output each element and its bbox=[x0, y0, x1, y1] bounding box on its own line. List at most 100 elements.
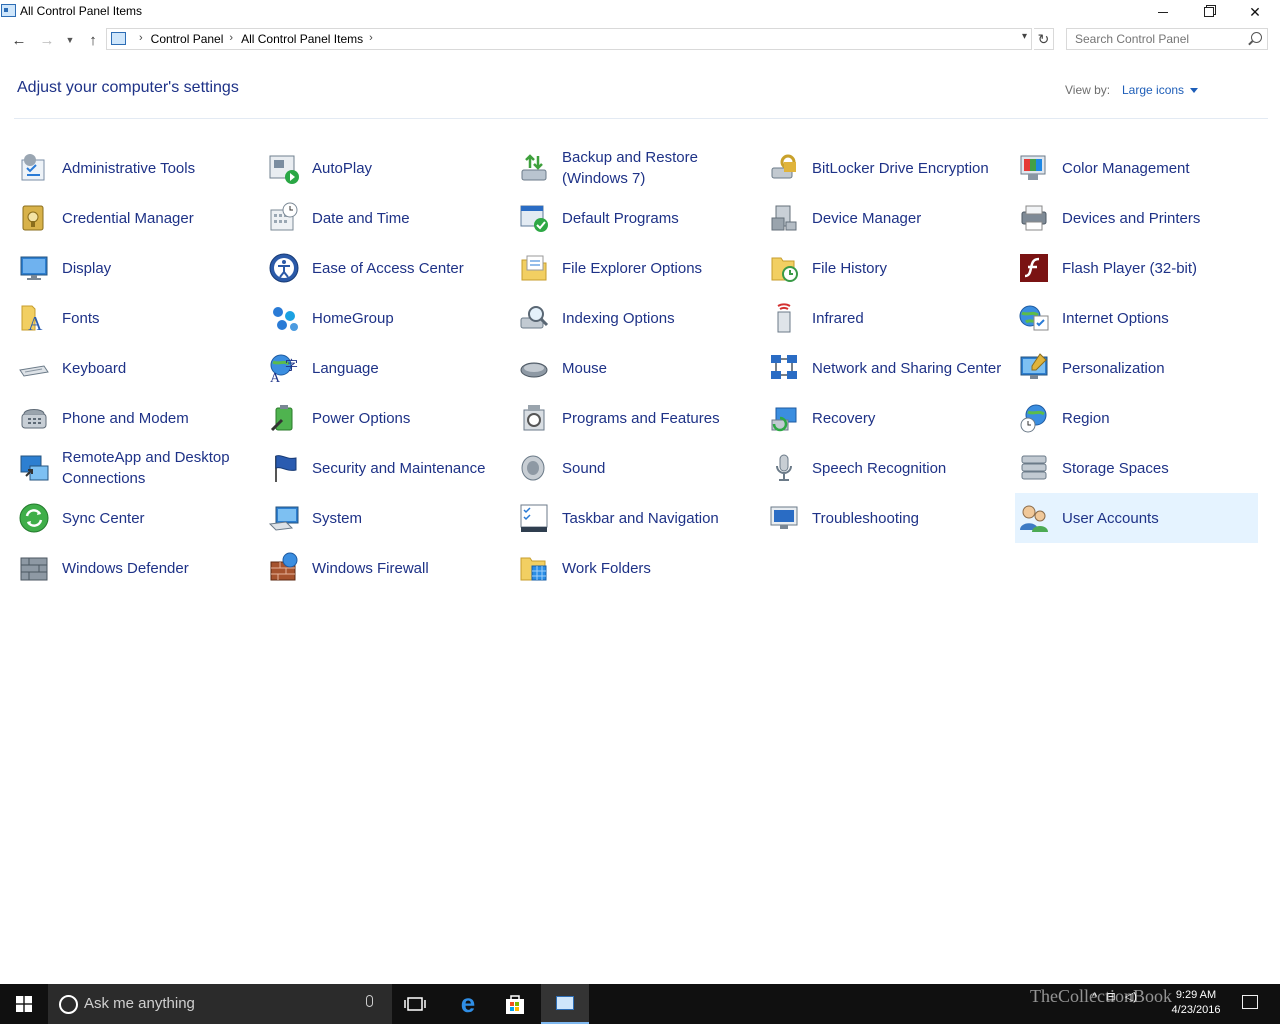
control-panel-item[interactable]: Backup and Restore (Windows 7) bbox=[515, 143, 758, 193]
control-panel-item-label[interactable]: Sync Center bbox=[62, 493, 252, 543]
view-by-dropdown[interactable]: Large icons bbox=[1122, 83, 1199, 97]
control-panel-item-label[interactable]: Mouse bbox=[562, 343, 752, 393]
control-panel-item-label[interactable]: Backup and Restore (Windows 7) bbox=[562, 143, 752, 193]
control-panel-item-label[interactable]: Internet Options bbox=[1062, 293, 1252, 343]
control-panel-item[interactable]: Windows Firewall bbox=[265, 543, 508, 593]
back-button[interactable]: ← bbox=[8, 29, 30, 51]
control-panel-item[interactable]: Sync Center bbox=[15, 493, 258, 543]
control-panel-item[interactable]: Default Programs bbox=[515, 193, 758, 243]
control-panel-item[interactable]: File Explorer Options bbox=[515, 243, 758, 293]
control-panel-item[interactable]: Credential Manager bbox=[15, 193, 258, 243]
control-panel-item[interactable]: Date and Time bbox=[265, 193, 508, 243]
control-panel-item-label[interactable]: Default Programs bbox=[562, 193, 752, 243]
control-panel-item-label[interactable]: Network and Sharing Center bbox=[812, 343, 1002, 393]
control-panel-item[interactable]: Region bbox=[1015, 393, 1258, 443]
cortana-search-box[interactable]: Ask me anything bbox=[48, 984, 392, 1024]
control-panel-item-label[interactable]: Personalization bbox=[1062, 343, 1252, 393]
control-panel-item-label[interactable]: RemoteApp and Desktop Connections bbox=[62, 443, 252, 493]
control-panel-item-label[interactable]: Date and Time bbox=[312, 193, 502, 243]
control-panel-item-label[interactable]: Infrared bbox=[812, 293, 1002, 343]
control-panel-item[interactable]: Sound bbox=[515, 443, 758, 493]
control-panel-item-label[interactable]: Indexing Options bbox=[562, 293, 752, 343]
control-panel-item[interactable]: Administrative Tools bbox=[15, 143, 258, 193]
control-panel-item-label[interactable]: Color Management bbox=[1062, 143, 1252, 193]
control-panel-item[interactable]: Programs and Features bbox=[515, 393, 758, 443]
store-button[interactable] bbox=[504, 993, 526, 1015]
control-panel-item[interactable]: HomeGroup bbox=[265, 293, 508, 343]
minimize-button[interactable] bbox=[1140, 0, 1186, 24]
control-panel-item[interactable]: Work Folders bbox=[515, 543, 758, 593]
control-panel-item[interactable]: Windows Defender bbox=[15, 543, 258, 593]
control-panel-item-label[interactable]: Devices and Printers bbox=[1062, 193, 1252, 243]
control-panel-item[interactable]: Color Management bbox=[1015, 143, 1258, 193]
control-panel-item[interactable]: Keyboard bbox=[15, 343, 258, 393]
control-panel-item-label[interactable]: File Explorer Options bbox=[562, 243, 752, 293]
control-panel-item-label[interactable]: Troubleshooting bbox=[812, 493, 1002, 543]
control-panel-item[interactable]: Mouse bbox=[515, 343, 758, 393]
search-box[interactable] bbox=[1066, 28, 1268, 50]
control-panel-item[interactable]: Troubleshooting bbox=[765, 493, 1008, 543]
control-panel-item[interactable]: Devices and Printers bbox=[1015, 193, 1258, 243]
control-panel-item[interactable]: Indexing Options bbox=[515, 293, 758, 343]
control-panel-item-label[interactable]: Ease of Access Center bbox=[312, 243, 502, 293]
control-panel-item-label[interactable]: Storage Spaces bbox=[1062, 443, 1252, 493]
control-panel-item[interactable]: Internet Options bbox=[1015, 293, 1258, 343]
breadcrumb-control-panel[interactable]: Control Panel bbox=[151, 32, 224, 46]
forward-button[interactable]: → bbox=[36, 29, 58, 51]
control-panel-item[interactable]: Phone and Modem bbox=[15, 393, 258, 443]
control-panel-item-label[interactable]: Phone and Modem bbox=[62, 393, 252, 443]
control-panel-item-label[interactable]: HomeGroup bbox=[312, 293, 502, 343]
edge-browser-button[interactable]: e bbox=[456, 990, 480, 1016]
control-panel-item-label[interactable]: Sound bbox=[562, 443, 752, 493]
restore-button[interactable] bbox=[1186, 0, 1232, 24]
close-button[interactable]: ✕ bbox=[1232, 0, 1278, 24]
control-panel-item[interactable]: Infrared bbox=[765, 293, 1008, 343]
breadcrumb-all-items[interactable]: All Control Panel Items bbox=[241, 32, 363, 46]
control-panel-item-label[interactable]: Windows Firewall bbox=[312, 543, 502, 593]
control-panel-item-label[interactable]: Flash Player (32-bit) bbox=[1062, 243, 1252, 293]
chevron-right-icon[interactable]: › bbox=[223, 32, 241, 46]
control-panel-item-label[interactable]: Taskbar and Navigation bbox=[562, 493, 752, 543]
control-panel-item[interactable]: Speech Recognition bbox=[765, 443, 1008, 493]
chevron-right-icon[interactable]: › bbox=[363, 32, 381, 46]
control-panel-item[interactable]: Ease of Access Center bbox=[265, 243, 508, 293]
control-panel-item[interactable]: Power Options bbox=[265, 393, 508, 443]
control-panel-item[interactable]: User Accounts bbox=[1015, 493, 1258, 543]
control-panel-item-label[interactable]: User Accounts bbox=[1062, 493, 1252, 543]
control-panel-item[interactable]: A 字 Language bbox=[265, 343, 508, 393]
control-panel-item-label[interactable]: Administrative Tools bbox=[62, 143, 252, 193]
refresh-button[interactable]: ↻ bbox=[1034, 28, 1054, 50]
control-panel-item[interactable]: Security and Maintenance bbox=[265, 443, 508, 493]
control-panel-item-label[interactable]: AutoPlay bbox=[312, 143, 502, 193]
notification-center-icon[interactable] bbox=[1242, 995, 1258, 1009]
control-panel-item-label[interactable]: Device Manager bbox=[812, 193, 1002, 243]
control-panel-item-label[interactable]: Security and Maintenance bbox=[312, 443, 502, 493]
control-panel-item-label[interactable]: Display bbox=[62, 243, 252, 293]
control-panel-item[interactable]: Flash Player (32-bit) bbox=[1015, 243, 1258, 293]
up-button[interactable]: ↑ bbox=[82, 29, 104, 51]
control-panel-item[interactable]: Taskbar and Navigation bbox=[515, 493, 758, 543]
control-panel-item[interactable]: Storage Spaces bbox=[1015, 443, 1258, 493]
control-panel-item-label[interactable]: File History bbox=[812, 243, 1002, 293]
control-panel-item[interactable]: RemoteApp and Desktop Connections bbox=[15, 443, 258, 493]
control-panel-item-label[interactable]: Region bbox=[1062, 393, 1252, 443]
control-panel-item-label[interactable]: System bbox=[312, 493, 502, 543]
control-panel-item-label[interactable]: Power Options bbox=[312, 393, 502, 443]
address-dropdown-button[interactable]: ▾ bbox=[1022, 31, 1027, 42]
search-input[interactable] bbox=[1067, 29, 1243, 49]
control-panel-taskbar-button[interactable] bbox=[541, 984, 589, 1024]
control-panel-item-label[interactable]: Recovery bbox=[812, 393, 1002, 443]
control-panel-item[interactable]: Recovery bbox=[765, 393, 1008, 443]
control-panel-item-label[interactable]: Language bbox=[312, 343, 502, 393]
control-panel-item-label[interactable]: Work Folders bbox=[562, 543, 752, 593]
control-panel-item-label[interactable]: BitLocker Drive Encryption bbox=[812, 143, 1002, 193]
control-panel-item-label[interactable]: Speech Recognition bbox=[812, 443, 1002, 493]
control-panel-item-label[interactable]: Fonts bbox=[62, 293, 252, 343]
control-panel-item-label[interactable]: Keyboard bbox=[62, 343, 252, 393]
microphone-icon[interactable] bbox=[366, 995, 373, 1007]
chevron-right-icon[interactable]: › bbox=[133, 32, 151, 46]
control-panel-item[interactable]: BitLocker Drive Encryption bbox=[765, 143, 1008, 193]
control-panel-item[interactable]: System bbox=[265, 493, 508, 543]
recent-locations-button[interactable]: ▼ bbox=[62, 29, 78, 51]
control-panel-item[interactable]: Personalization bbox=[1015, 343, 1258, 393]
